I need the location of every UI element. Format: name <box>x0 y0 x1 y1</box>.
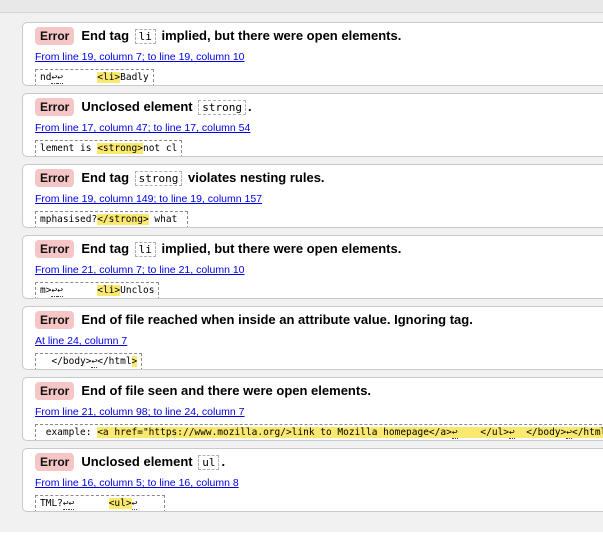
inline-code-token: li <box>135 242 156 257</box>
error-extract: example: <a href="https://www.mozilla.or… <box>35 424 601 441</box>
error-extract-code: example: <a href="https://www.mozilla.or… <box>35 424 603 441</box>
error-location-link[interactable]: From line 19, column 149; to line 19, co… <box>35 193 262 205</box>
line-break-glyph: ↩ <box>91 356 97 368</box>
error-item: 3. ErrorEnd tag strong violates nesting … <box>22 164 603 228</box>
error-badge: Error <box>35 311 74 329</box>
error-extract: m>↩↩ <li>Unclos <box>35 282 601 299</box>
line-break-glyph: ↩ <box>57 72 63 84</box>
error-message: Error Unclosed element ul. <box>35 453 601 471</box>
error-message-text: End tag strong violates nesting rules. <box>81 170 324 185</box>
error-badge: Error <box>35 98 74 116</box>
error-location: From line 19, column 149; to line 19, co… <box>35 193 601 206</box>
highlighted-code: > <box>132 356 138 367</box>
validator-results: 1. ErrorEnd tag li implied, but there we… <box>0 13 603 532</box>
error-location: From line 19, column 7; to line 19, colu… <box>35 51 601 64</box>
line-break-glyph: ↩ <box>63 498 69 510</box>
line-break-glyph: ↩ <box>452 427 458 439</box>
error-location: From line 16, column 5; to line 16, colu… <box>35 477 601 490</box>
error-badge: Error <box>35 453 74 471</box>
error-item: 7. ErrorUnclosed element ul. From line 1… <box>22 448 603 512</box>
error-extract: mphasised?</strong> what <box>35 211 601 228</box>
error-extract-code: m>↩↩ <li>Unclos <box>35 282 159 299</box>
error-message-text: End tag li implied, but there were open … <box>81 28 401 43</box>
error-message-text: End of file reached when inside an attri… <box>81 312 473 327</box>
error-message-text: Unclosed element ul. <box>81 454 225 469</box>
error-location-link[interactable]: From line 19, column 7; to line 19, colu… <box>35 51 245 63</box>
error-location-link[interactable]: From line 17, column 47; to line 17, col… <box>35 122 250 134</box>
error-location: From line 17, column 47; to line 17, col… <box>35 122 601 135</box>
error-location-link[interactable]: From line 21, column 98; to line 24, col… <box>35 406 245 418</box>
error-message-text: Unclosed element strong. <box>81 99 251 114</box>
error-message: Error Unclosed element strong. <box>35 98 601 116</box>
error-badge: Error <box>35 169 74 187</box>
error-location: At line 24, column 7 <box>35 335 601 348</box>
error-extract: </body>↩</html> <box>35 353 601 370</box>
error-extract: nd↩↩ <li>Badly <box>35 69 601 86</box>
error-extract-code: lement is <strong>not cl <box>35 140 182 157</box>
error-item: 4. ErrorEnd tag li implied, but there we… <box>22 235 603 299</box>
error-message: Error End of file reached when inside an … <box>35 311 601 329</box>
error-item: 1. ErrorEnd tag li implied, but there we… <box>22 22 603 86</box>
error-message: Error End tag strong violates nesting rul… <box>35 169 601 187</box>
inline-code-token: strong <box>135 171 183 186</box>
error-badge: Error <box>35 382 74 400</box>
inline-code-token: li <box>135 29 156 44</box>
error-location-link[interactable]: From line 16, column 5; to line 16, colu… <box>35 477 239 489</box>
inline-code-token: strong <box>198 100 246 115</box>
error-location-link[interactable]: At line 24, column 7 <box>35 335 127 347</box>
error-extract: TML?↩↩ <ul>↩ <box>35 495 601 512</box>
highlighted-code: <strong> <box>97 143 143 154</box>
highlighted-code: <ul> <box>109 498 132 509</box>
error-list: 1. ErrorEnd tag li implied, but there we… <box>22 22 603 512</box>
error-location-link[interactable]: From line 21, column 7; to line 21, colu… <box>35 264 245 276</box>
error-message: Error End tag li implied, but there were … <box>35 27 601 45</box>
error-badge: Error <box>35 240 74 258</box>
error-message-text: End tag li implied, but there were open … <box>81 241 401 256</box>
error-extract-code: nd↩↩ <li>Badly <box>35 69 154 86</box>
error-message: Error End tag li implied, but there were … <box>35 240 601 258</box>
error-message: Error End of file seen and there were ope… <box>35 382 601 400</box>
error-item: 5. ErrorEnd of file reached when inside … <box>22 306 603 370</box>
error-location: From line 21, column 7; to line 21, colu… <box>35 264 601 277</box>
line-break-glyph: ↩ <box>132 498 138 510</box>
error-message-text: End of file seen and there were open ele… <box>81 383 371 398</box>
error-item: 6. ErrorEnd of file seen and there were … <box>22 377 603 441</box>
error-extract-code: mphasised?</strong> what <box>35 211 188 228</box>
error-badge: Error <box>35 27 74 45</box>
error-extract-code: </body>↩</html> <box>35 353 142 370</box>
error-extract: lement is <strong>not cl <box>35 140 601 157</box>
top-strip <box>0 0 603 13</box>
line-break-glyph: ↩ <box>57 285 63 297</box>
highlighted-code: <a href="https://www.mozilla.org/>link t… <box>97 427 603 438</box>
error-item: 2. ErrorUnclosed element strong. From li… <box>22 93 603 157</box>
error-extract-code: TML?↩↩ <ul>↩ <box>35 495 165 512</box>
highlighted-code: </strong> <box>97 214 148 225</box>
inline-code-token: ul <box>198 455 219 470</box>
line-break-glyph: ↩ <box>566 427 572 439</box>
highlighted-code: <li> <box>97 285 120 296</box>
error-location: From line 21, column 98; to line 24, col… <box>35 406 601 419</box>
line-break-glyph: ↩ <box>509 427 515 439</box>
highlighted-code: <li> <box>97 72 120 83</box>
line-break-glyph: ↩ <box>69 498 75 510</box>
